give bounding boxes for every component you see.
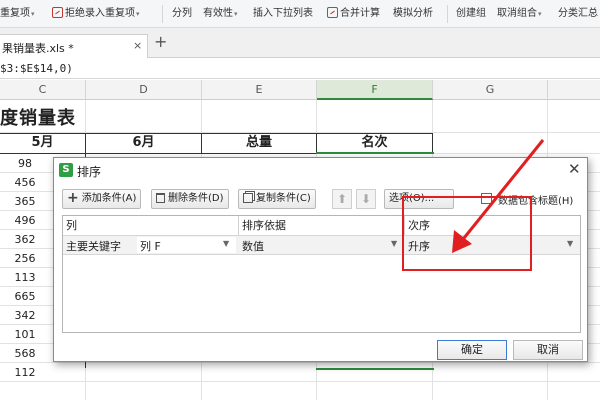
consolidate-icon bbox=[327, 7, 338, 18]
annotation-highlight-box bbox=[402, 196, 532, 271]
ribbon-ungroup-button[interactable]: 取消组合▾ bbox=[497, 6, 542, 22]
selection-top-border bbox=[316, 152, 434, 154]
ribbon-insert-dropdown-button[interactable]: 插入下拉列表 bbox=[253, 6, 313, 22]
column-headers: C D E F G bbox=[0, 80, 600, 100]
dialog-title: 排序 bbox=[77, 165, 102, 179]
column-header-f[interactable]: F bbox=[317, 80, 433, 100]
reject-icon bbox=[52, 7, 63, 18]
cell-may-6: 256 bbox=[14, 252, 36, 265]
add-condition-button[interactable]: + 添加条件(A) bbox=[62, 189, 142, 209]
formula-bar[interactable]: $3:$E$14,0) bbox=[0, 59, 600, 79]
app-logo-icon: S bbox=[59, 163, 73, 177]
basis-select[interactable]: 数值 ▼ bbox=[239, 237, 403, 253]
header-may: 5月 bbox=[31, 135, 54, 150]
cell-may-3: 365 bbox=[14, 195, 36, 208]
document-tab[interactable]: 果销量表.xls * × bbox=[0, 34, 148, 58]
ribbon-text-to-columns-button[interactable]: 分列 bbox=[172, 6, 192, 22]
close-icon[interactable]: ✕ bbox=[568, 160, 581, 178]
ribbon-consolidate-button[interactable]: 合并计算 bbox=[327, 6, 380, 22]
new-tab-icon[interactable]: + bbox=[154, 34, 167, 50]
document-tab-name: 果销量表.xls * bbox=[2, 42, 74, 55]
close-tab-icon[interactable]: × bbox=[133, 39, 142, 52]
cell-may-5: 362 bbox=[14, 233, 36, 246]
cell-may-12: 112 bbox=[14, 366, 36, 379]
cell-may-4: 496 bbox=[14, 214, 36, 227]
cell-may-7: 113 bbox=[14, 271, 36, 284]
sheet-title: 度销量表 bbox=[0, 108, 76, 129]
move-down-icon[interactable]: ⬇ bbox=[356, 189, 376, 209]
ribbon-reject-duplicates-button[interactable]: 拒绝录入重复项▾ bbox=[52, 6, 140, 22]
cell-may-8: 665 bbox=[14, 290, 36, 303]
cell-may-2: 456 bbox=[14, 176, 36, 189]
cell-may-9: 342 bbox=[14, 309, 36, 322]
copy-icon bbox=[243, 193, 253, 203]
column-column-header: 列 bbox=[66, 219, 77, 232]
move-up-icon[interactable]: ⬆ bbox=[332, 189, 352, 209]
ribbon-what-if-button[interactable]: 模拟分析 bbox=[393, 6, 433, 22]
primary-key-label: 主要关键字 bbox=[66, 240, 121, 253]
cell-may-1: 98 bbox=[18, 157, 32, 170]
cancel-button[interactable]: 取消 bbox=[513, 340, 583, 360]
dialog-title-bar[interactable]: S 排序 ✕ bbox=[54, 158, 587, 182]
plus-icon: + bbox=[67, 190, 79, 206]
ribbon-subtotal-button[interactable]: 分类汇总 bbox=[558, 6, 598, 22]
header-june: 6月 bbox=[132, 135, 155, 150]
copy-condition-button[interactable]: 复制条件(C) bbox=[238, 189, 316, 209]
delete-condition-button[interactable]: 删除条件(D) bbox=[151, 189, 229, 209]
trash-icon bbox=[156, 193, 165, 203]
column-header-e[interactable]: E bbox=[202, 80, 317, 100]
ribbon-group-button[interactable]: 创建组 bbox=[456, 6, 486, 22]
header-rank: 名次 bbox=[361, 135, 388, 150]
ribbon-toolbar: 重复项▾ 拒绝录入重复项▾ 分列 有效性▾ 插入下拉列表 合并计算 模拟分析 创… bbox=[0, 0, 600, 28]
column-header-d[interactable]: D bbox=[86, 80, 202, 100]
chevron-down-icon: ▼ bbox=[391, 239, 398, 248]
ribbon-duplicates-button[interactable]: 重复项▾ bbox=[0, 6, 35, 22]
header-total: 总量 bbox=[245, 135, 272, 150]
chevron-down-icon: ▼ bbox=[223, 239, 230, 248]
column-header-c[interactable]: C bbox=[0, 80, 86, 100]
selection-bottom-border bbox=[316, 368, 434, 370]
cell-may-11: 568 bbox=[14, 347, 36, 360]
basis-column-header: 排序依据 bbox=[242, 219, 286, 232]
column-select[interactable]: 列 F ▼ bbox=[137, 237, 236, 253]
ok-button[interactable]: 确定 bbox=[437, 340, 507, 360]
document-tab-bar: 果销量表.xls * × + bbox=[0, 28, 600, 58]
ribbon-validation-button[interactable]: 有效性▾ bbox=[203, 6, 238, 22]
chevron-down-icon: ▼ bbox=[567, 239, 574, 248]
cell-may-10: 101 bbox=[14, 328, 36, 341]
column-header-g[interactable]: G bbox=[433, 80, 548, 100]
formula-text[interactable]: $3:$E$14,0) bbox=[0, 62, 73, 75]
